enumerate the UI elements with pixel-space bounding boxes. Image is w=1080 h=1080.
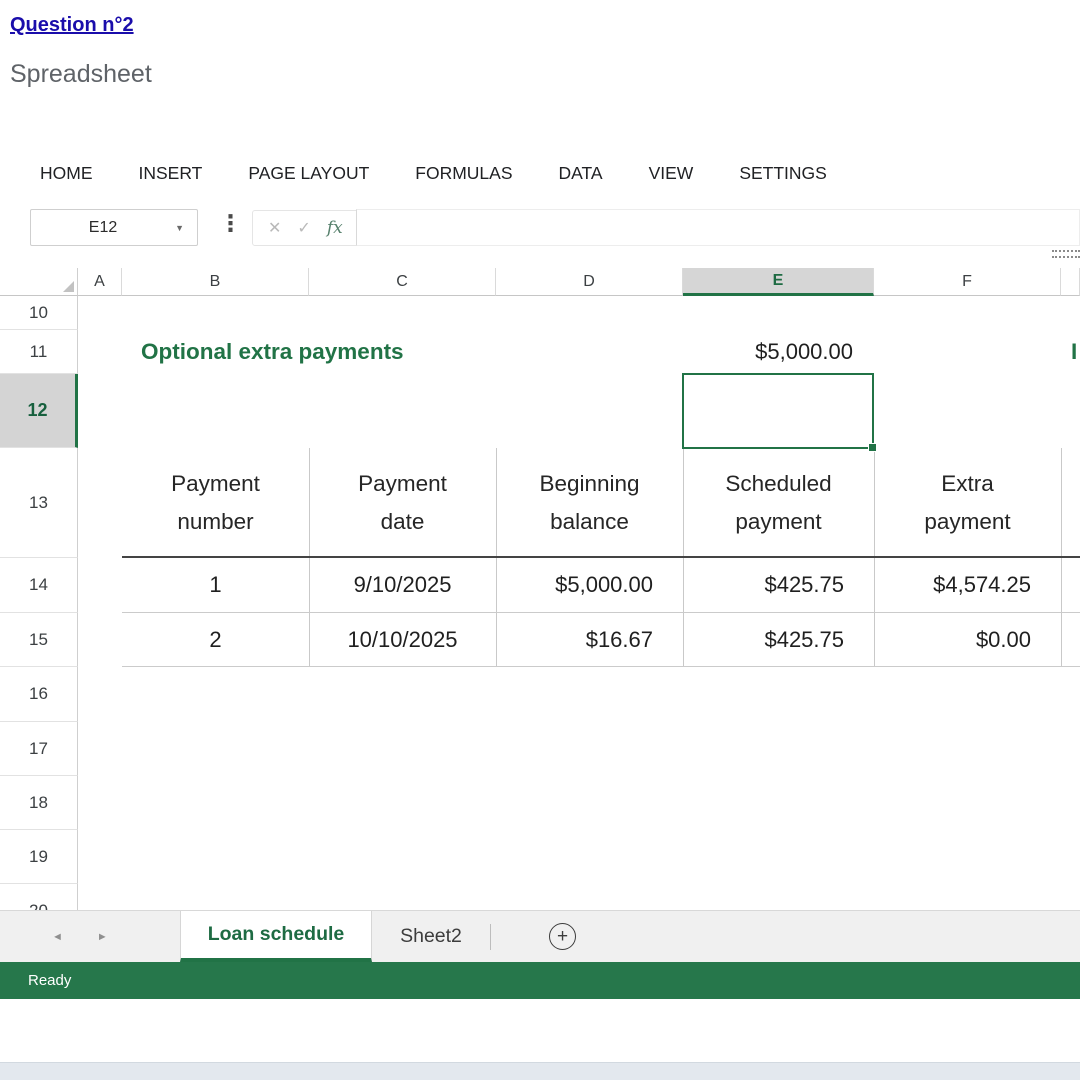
page-subtitle: Spreadsheet: [10, 60, 152, 89]
menu-formulas[interactable]: FORMULAS: [415, 163, 512, 184]
table-header-beginning-balance[interactable]: Beginning balance: [496, 448, 683, 558]
tab-sheet2[interactable]: Sheet2: [372, 911, 490, 962]
select-all-corner[interactable]: [0, 268, 78, 296]
cell-d15[interactable]: $16.67: [496, 613, 683, 666]
status-bar: Ready: [0, 962, 1080, 999]
more-options-icon[interactable]: ⋮: [219, 210, 242, 237]
table-header-payment-date[interactable]: Payment date: [309, 448, 496, 558]
row-header-15[interactable]: 15: [0, 613, 78, 667]
fill-handle[interactable]: [868, 443, 877, 452]
menu-insert[interactable]: INSERT: [139, 163, 203, 184]
sheet-tab-bar: ◄ ► Loan schedule Sheet2 +: [0, 910, 1080, 962]
formula-input[interactable]: [356, 209, 1080, 246]
menu-bar: HOME INSERT PAGE LAYOUT FORMULAS DATA VI…: [40, 163, 827, 184]
check-icon[interactable]: ✓: [297, 218, 310, 238]
nav-left-icon[interactable]: ◄: [52, 931, 63, 943]
column-header-d[interactable]: D: [496, 268, 683, 296]
cell-b14[interactable]: 1: [122, 558, 309, 612]
table-header-scheduled-payment[interactable]: Scheduled payment: [683, 448, 874, 558]
menu-view[interactable]: VIEW: [649, 163, 694, 184]
nav-right-icon[interactable]: ►: [97, 931, 108, 943]
column-header-f[interactable]: F: [874, 268, 1061, 296]
row-header-16[interactable]: 16: [0, 667, 78, 722]
cell-e14[interactable]: $425.75: [683, 558, 874, 612]
cell-b11-extra-payments-label[interactable]: Optional extra payments: [122, 330, 502, 374]
cell-f15[interactable]: $0.00: [874, 613, 1061, 666]
status-text: Ready: [28, 972, 71, 989]
row-header-12[interactable]: 12: [0, 374, 78, 448]
column-header-e[interactable]: E: [683, 268, 874, 296]
resize-dots-icon[interactable]: [1052, 250, 1080, 258]
question-link[interactable]: Question n°2: [10, 14, 134, 37]
column-header-c[interactable]: C: [309, 268, 496, 296]
formula-action-group: ✕ ✓ fx: [252, 210, 359, 246]
cell-c14[interactable]: 9/10/2025: [309, 558, 496, 612]
cell-f14[interactable]: $4,574.25: [874, 558, 1061, 612]
table-header-payment-number[interactable]: Payment number: [122, 448, 309, 558]
tab-navigation: ◄ ►: [0, 911, 180, 962]
column-header-a[interactable]: A: [78, 268, 122, 296]
tab-loan-schedule[interactable]: Loan schedule: [180, 911, 372, 962]
table-gridline: [122, 666, 1080, 667]
page: Question n°2 Spreadsheet HOME INSERT PAG…: [0, 0, 1080, 1080]
cell-c15[interactable]: 10/10/2025: [309, 613, 496, 666]
page-bottom-strip: [0, 1062, 1080, 1080]
column-header-partial[interactable]: [1061, 268, 1080, 296]
clipped-right-text: I: [1071, 330, 1080, 374]
cell-e15[interactable]: $425.75: [683, 613, 874, 666]
row-header-10[interactable]: 10: [0, 296, 78, 330]
fx-icon[interactable]: fx: [327, 218, 343, 238]
row-header-11[interactable]: 11: [0, 330, 78, 374]
table-header-extra-payment[interactable]: Extra payment: [874, 448, 1061, 558]
cell-b15[interactable]: 2: [122, 613, 309, 666]
cell-d14[interactable]: $5,000.00: [496, 558, 683, 612]
row-header-19[interactable]: 19: [0, 830, 78, 884]
menu-data[interactable]: DATA: [559, 163, 603, 184]
name-box-value: E12: [31, 219, 175, 237]
row-header-17[interactable]: 17: [0, 722, 78, 776]
menu-page-layout[interactable]: PAGE LAYOUT: [248, 163, 369, 184]
row-header-18[interactable]: 18: [0, 776, 78, 830]
row-header-13[interactable]: 13: [0, 448, 78, 558]
selected-cell-e12[interactable]: [682, 373, 874, 449]
add-sheet-button[interactable]: +: [549, 923, 576, 950]
cancel-icon[interactable]: ✕: [268, 218, 281, 238]
column-header-b[interactable]: B: [122, 268, 309, 296]
menu-home[interactable]: HOME: [40, 163, 93, 184]
cell-name-box[interactable]: E12 ▼: [30, 209, 198, 246]
tab-divider: [490, 924, 491, 950]
cell-e11-extra-payments-value[interactable]: $5,000.00: [683, 330, 874, 374]
chevron-down-icon[interactable]: ▼: [175, 223, 197, 233]
row-header-14[interactable]: 14: [0, 558, 78, 613]
menu-settings[interactable]: SETTINGS: [739, 163, 827, 184]
